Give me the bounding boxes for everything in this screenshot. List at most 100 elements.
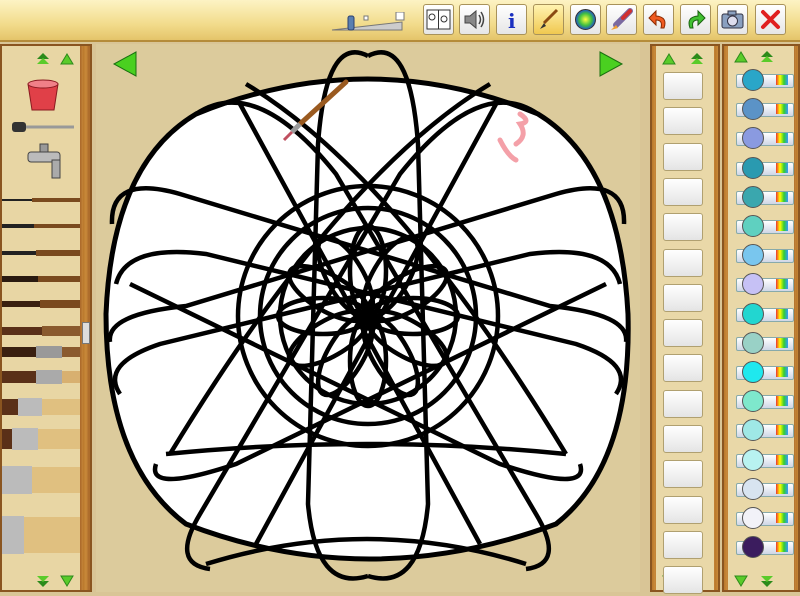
color-swatch[interactable] (736, 418, 794, 442)
brush-slot[interactable] (663, 319, 703, 348)
undo-button[interactable] (643, 4, 674, 35)
brush-slot[interactable] (663, 177, 703, 206)
camera-button[interactable] (717, 4, 748, 35)
sound-button[interactable] (459, 4, 490, 35)
sound-icon (464, 9, 485, 30)
gallery-icon (426, 9, 451, 30)
palette-scroll-up-double-icon[interactable] (760, 50, 774, 64)
color-swatch[interactable] (736, 302, 794, 326)
faucet-icon[interactable] (22, 142, 66, 186)
left-tool-panel (0, 44, 92, 592)
color-swatch[interactable] (736, 448, 794, 472)
color-swatch[interactable] (736, 185, 794, 209)
tube-label-icon (776, 425, 788, 436)
scroll-down-double-icon[interactable] (36, 574, 50, 588)
color-swatch[interactable] (736, 126, 794, 150)
color-swatch[interactable] (736, 156, 794, 180)
next-picture-icon[interactable] (599, 51, 624, 77)
color-swatch[interactable] (736, 68, 794, 92)
color-swatch[interactable] (736, 477, 794, 501)
brush-slot[interactable] (663, 107, 703, 136)
palette-scroll-up-icon[interactable] (734, 50, 748, 64)
tube-label-icon (776, 250, 788, 261)
brush-size-7[interactable] (2, 344, 80, 360)
color-swatch[interactable] (736, 243, 794, 267)
brush-slot[interactable] (663, 354, 703, 383)
brush-size-5[interactable] (2, 298, 80, 310)
color-swatch[interactable] (736, 360, 794, 384)
brush-slot[interactable] (663, 142, 703, 171)
drawing-canvas[interactable] (96, 44, 640, 592)
info-button[interactable]: i (496, 4, 527, 35)
slots-scroll-up-double-icon[interactable] (690, 52, 704, 66)
scroll-up-icon[interactable] (60, 52, 74, 66)
brush-size-11[interactable] (2, 464, 80, 496)
brush-slot[interactable] (663, 389, 703, 418)
color-swatch[interactable] (736, 506, 794, 530)
color-dot (742, 215, 764, 237)
scroll-down-icon[interactable] (60, 574, 74, 588)
brush-size-12[interactable] (2, 514, 80, 556)
previous-picture-icon[interactable] (112, 51, 137, 77)
tube-label-icon (776, 162, 788, 173)
brush-size-2[interactable] (2, 222, 80, 230)
svg-text:i: i (508, 9, 516, 32)
panel-resize-handle[interactable] (82, 322, 90, 344)
color-dot (742, 185, 764, 208)
tube-label-icon (776, 279, 788, 290)
mandala-drawing[interactable] (103, 50, 631, 581)
scroll-up-double-icon[interactable] (36, 52, 50, 66)
color-dot (742, 273, 764, 296)
tube-label-icon (776, 308, 788, 319)
brush-slot[interactable] (663, 248, 703, 277)
brush-size-1[interactable] (2, 196, 80, 204)
color-swatch[interactable] (736, 389, 794, 413)
color-dot (742, 507, 764, 529)
camera-icon (721, 10, 744, 29)
color-swatch[interactable] (736, 97, 794, 121)
brush-slot[interactable] (663, 425, 703, 453)
brush-size-6[interactable] (2, 324, 80, 338)
palette-scroll-down-icon[interactable] (734, 574, 748, 588)
color-swatch[interactable] (736, 535, 794, 559)
color-dot (742, 331, 764, 354)
close-icon (761, 10, 780, 29)
brush-slot[interactable] (663, 213, 703, 242)
zoom-slider[interactable] (330, 11, 406, 34)
tube-label-icon (776, 221, 788, 231)
color-wheel-button[interactable] (570, 4, 601, 35)
brush-slot[interactable] (663, 283, 703, 312)
color-dot (742, 448, 764, 471)
brush-size-8[interactable] (2, 368, 80, 386)
brush-size-3[interactable] (2, 248, 80, 258)
tube-label-icon (776, 104, 788, 115)
brush-slot[interactable] (663, 72, 703, 100)
tube-label-icon (776, 191, 788, 202)
color-dot (742, 419, 764, 442)
spray-rocket-icon (611, 8, 633, 30)
brush-size-10[interactable] (2, 426, 80, 452)
redo-button[interactable] (680, 4, 711, 35)
color-swatch[interactable] (736, 272, 794, 296)
eyedropper-icon[interactable] (12, 120, 74, 134)
brush-slot[interactable] (663, 530, 703, 559)
tube-label-icon (776, 483, 788, 494)
color-swatch[interactable] (736, 214, 794, 238)
brush-size-9[interactable] (2, 396, 80, 418)
gallery-button[interactable] (423, 4, 454, 35)
color-swatch[interactable] (736, 331, 794, 355)
palette-scroll-down-double-icon[interactable] (760, 574, 774, 588)
brush-slot[interactable] (663, 566, 703, 595)
tube-label-icon (776, 337, 788, 348)
slots-scroll-up-icon[interactable] (662, 52, 676, 66)
brush-tool-icon (540, 8, 559, 29)
spray-button[interactable] (606, 4, 637, 35)
paint-bucket-icon[interactable] (22, 74, 64, 114)
color-dot (742, 127, 764, 150)
close-button[interactable] (755, 4, 786, 35)
brush-slot[interactable] (663, 495, 703, 524)
brush-slot[interactable] (663, 460, 703, 489)
color-dot (742, 477, 764, 500)
brush-size-4[interactable] (2, 274, 80, 284)
brush-tool-button[interactable] (533, 4, 564, 35)
